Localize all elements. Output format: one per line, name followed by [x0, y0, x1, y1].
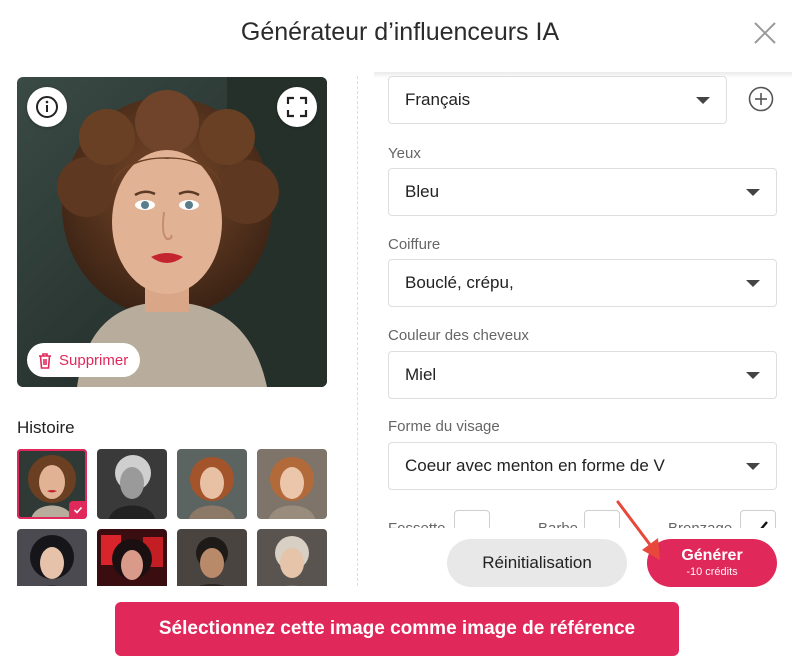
expand-icon [286, 96, 308, 118]
hairstyle-value: Bouclé, crépu, [405, 273, 514, 292]
reset-button[interactable]: Réinitialisation [447, 539, 627, 587]
history-thumbnail[interactable] [177, 529, 247, 586]
face-shape-value: Coeur avec menton en forme de V [405, 456, 665, 475]
hair-color-value: Miel [405, 365, 437, 384]
hair-color-label: Couleur des cheveux [388, 327, 529, 344]
info-icon [36, 96, 58, 118]
attributes-form: Français Yeux Bleu Coiffure Bouclé, crép… [374, 76, 792, 528]
close-icon[interactable] [752, 20, 778, 46]
history-thumbnail[interactable] [17, 529, 87, 586]
hairstyle-select[interactable]: Bouclé, crépu, [388, 259, 777, 307]
history-thumbnail[interactable] [257, 529, 327, 586]
beard-checkbox[interactable] [584, 510, 620, 528]
history-title: Histoire [17, 418, 75, 437]
chevron-down-icon [696, 97, 710, 104]
chevron-down-icon [746, 372, 760, 379]
delete-button[interactable]: Supprimer [27, 343, 141, 377]
hair-color-select[interactable]: Miel [388, 351, 777, 399]
preview-image: Supprimer [17, 77, 327, 387]
history-thumbnail[interactable] [257, 449, 327, 519]
language-value: Français [405, 90, 471, 109]
history-thumbnail[interactable] [97, 529, 167, 586]
tan-label: Bronzage [668, 520, 732, 528]
info-button[interactable] [27, 87, 67, 127]
chevron-down-icon [746, 189, 760, 196]
feature-toggles: Fossette Barbe Bronzage [388, 510, 792, 528]
dialog-title: Générateur d’influenceurs IA [240, 18, 560, 46]
history-thumbnails [17, 449, 329, 586]
face-shape-select[interactable]: Coeur avec menton en forme de V [388, 442, 777, 490]
language-select[interactable]: Français [388, 76, 727, 124]
hairstyle-label: Coiffure [388, 236, 441, 253]
face-shape-label: Forme du visage [388, 418, 500, 435]
column-divider [357, 76, 358, 586]
expand-button[interactable] [277, 87, 317, 127]
eyes-select[interactable]: Bleu [388, 168, 777, 216]
selected-check-icon [69, 501, 87, 519]
portrait-photo [17, 77, 327, 387]
beard-label: Barbe [538, 520, 578, 528]
dimple-checkbox[interactable] [454, 510, 490, 528]
eyes-value: Bleu [405, 182, 440, 201]
eyes-label: Yeux [388, 145, 421, 162]
chevron-down-icon [746, 463, 760, 470]
generate-cost: -10 crédits [686, 566, 738, 578]
select-reference-button[interactable]: Sélectionnez cette image comme image de … [115, 602, 679, 656]
history-thumbnail[interactable] [97, 449, 167, 519]
generate-button[interactable]: Générer -10 crédits [647, 539, 777, 587]
checkmark-icon [760, 521, 768, 528]
history-thumbnail[interactable] [177, 449, 247, 519]
history-thumbnail[interactable] [17, 449, 87, 519]
chevron-down-icon [746, 280, 760, 287]
generate-label: Générer [681, 547, 743, 564]
add-circle-icon[interactable] [748, 86, 774, 112]
action-bar: Réinitialisation Générer -10 crédits [374, 528, 792, 588]
delete-label: Supprimer [59, 351, 129, 369]
tan-checkbox[interactable] [740, 510, 776, 528]
trash-icon [39, 352, 51, 369]
dimple-label: Fossette [388, 520, 446, 528]
